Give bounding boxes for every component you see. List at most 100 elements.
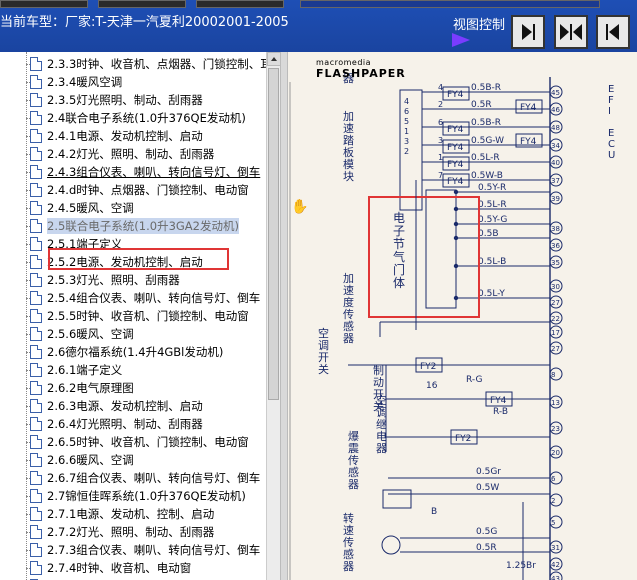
tree-item[interactable]: 2.6.5时钟、收音机、门锁控制、电动窗 xyxy=(26,433,249,451)
component-label: 器 xyxy=(348,478,359,491)
tree-item[interactable]: 2.6.3电源、发动机控制、启动 xyxy=(26,397,203,415)
fuse-label: FY2 xyxy=(455,434,471,444)
tree-item[interactable]: 2.5联合电子系统(1.0升3GA2发动机) xyxy=(26,217,239,235)
tree-item[interactable]: 2.6.1端子定义 xyxy=(26,361,122,379)
panel-splitter[interactable] xyxy=(280,52,288,580)
tree-item[interactable]: 2.6.4灯光照明、制动、刮雨器 xyxy=(26,415,203,433)
tree-item[interactable]: 2.6德尔福系统(1.4升4GBl发动机) xyxy=(26,343,223,361)
tree-item[interactable]: 2.5.6暖风、空调 xyxy=(26,325,134,343)
tree-item-label: 2.6.4灯光照明、制动、刮雨器 xyxy=(47,417,203,431)
tree-scrollbar[interactable] xyxy=(266,52,281,580)
fuse-label: FY4 xyxy=(490,396,507,406)
terminal-number: 42 xyxy=(551,561,560,569)
line-number: 6 xyxy=(438,118,443,127)
tree-item-label: 2.6.3电源、发动机控制、启动 xyxy=(47,399,203,413)
toolbar-tab-stub[interactable] xyxy=(0,0,88,8)
component-label: 器 xyxy=(343,560,354,573)
terminal-number: 35 xyxy=(551,259,560,267)
terminal-number: 27 xyxy=(551,345,560,353)
tree-item[interactable]: 2.6.6暖风、空调 xyxy=(26,451,134,469)
terminal-number: 45 xyxy=(551,89,560,97)
previous-page-button[interactable] xyxy=(596,15,630,49)
wire-label: 0.5W xyxy=(476,483,499,493)
play-arrow-icon[interactable] xyxy=(452,33,470,47)
terminal-number: 27 xyxy=(551,299,560,307)
document-icon xyxy=(30,111,42,125)
tree-item[interactable]: 2.7.4时钟、收音机、电动窗 xyxy=(26,559,191,577)
fit-page-button[interactable] xyxy=(554,15,588,49)
document-icon xyxy=(30,255,42,269)
tree-item-label: 2.4联合电子系统(1.0升376QE发动机) xyxy=(47,111,246,125)
wire-label: 0.5G-W xyxy=(471,136,504,146)
tree-item[interactable]: 2.5.4组合仪表、喇叭、转向信号灯、倒车 xyxy=(26,289,260,307)
wire-label: 0.5R xyxy=(476,543,497,553)
tree-item-label: 2.4.1电源、发动机控制、启动 xyxy=(47,129,203,143)
document-icon xyxy=(30,543,42,557)
fuse-label: FY4 xyxy=(447,143,464,153)
junction-dot xyxy=(453,189,459,195)
tree-item[interactable]: 2.5.5时钟、收音机、门锁控制、电动窗 xyxy=(26,307,249,325)
tree-item[interactable]: 2.4.2灯光、照明、制动、刮雨器 xyxy=(26,145,215,163)
tree-item[interactable]: 2.3.3时钟、收音机、点烟器、门锁控制、耳 xyxy=(26,55,266,73)
scroll-up-icon[interactable] xyxy=(267,52,281,66)
wire-label: 0.5L-R xyxy=(471,153,500,163)
tree-item-label: 2.4.2灯光、照明、制动、刮雨器 xyxy=(47,147,215,161)
tree-item[interactable]: 2.4.5暖风、空调 xyxy=(26,199,134,217)
tree-item[interactable]: 2.7.1电源、发动机、控制、启动 xyxy=(26,505,214,523)
wire-label: 0.5B xyxy=(478,229,499,239)
tree-item[interactable]: 2.3.4暖风空调 xyxy=(26,73,122,91)
tree-item[interactable]: 2.4.d时钟、点烟器、门锁控制、电动窗 xyxy=(26,181,249,199)
tree-item[interactable]: 2.4联合电子系统(1.0升376QE发动机) xyxy=(26,109,246,127)
tree-item[interactable]: 2.7.3组合仪表、喇叭、转向信号灯、倒车 xyxy=(26,541,260,559)
pin-number: 2 xyxy=(404,147,409,156)
document-icon xyxy=(30,435,42,449)
component-label: 度 xyxy=(343,295,354,309)
document-icon xyxy=(30,327,42,341)
document-viewer[interactable]: EFI E C U 45 46 48 34 40 37 39 38 36 35 30 27 22 17 27 8 13… xyxy=(288,52,637,580)
line-number: 3 xyxy=(438,136,443,145)
next-page-button[interactable] xyxy=(511,15,545,49)
tree-item[interactable]: 2.4.3组合仪表、喇叭、转向信号灯、倒车 xyxy=(26,163,260,181)
tree-item[interactable]: 2.4.1电源、发动机控制、启动 xyxy=(26,127,203,145)
wire-label: 0.5Y-R xyxy=(478,183,506,193)
component-label: 空 xyxy=(318,326,329,340)
fuse-label: FY4 xyxy=(447,160,464,170)
hand-cursor-icon: ✋ xyxy=(291,199,309,215)
tree-item[interactable]: 2.6.2电气原理图 xyxy=(26,379,134,397)
terminal-number: 37 xyxy=(551,177,560,185)
scroll-thumb[interactable] xyxy=(268,68,279,400)
terminal-number: 23 xyxy=(551,425,560,433)
tree-item-label: 2.7.2灯光、照明、制动、刮雨器 xyxy=(47,525,215,539)
component-label: 体 xyxy=(393,276,405,290)
toolbar-tab-stub[interactable] xyxy=(196,0,284,8)
document-icon xyxy=(30,489,42,503)
tree-item-label: 2.5联合电子系统(1.0升3GA2发动机) xyxy=(47,218,239,234)
tree-item[interactable]: 2.7.2灯光、照明、制动、刮雨器 xyxy=(26,523,215,541)
wire-label: R-B xyxy=(493,407,508,417)
component-label: 踏 xyxy=(343,133,354,147)
terminal-number: 38 xyxy=(551,225,560,233)
tree-item[interactable]: 2.7锦恒佳晖系统(1.0升376QE发动机) xyxy=(26,487,246,505)
terminal-number: 34 xyxy=(551,142,560,150)
component-label: 电 xyxy=(393,211,405,225)
fuse-label: FY4 xyxy=(520,137,537,147)
component-label: 子 xyxy=(393,224,405,238)
document-icon xyxy=(30,57,42,71)
line-number: 2 xyxy=(438,100,443,109)
fuse-label: FY4 xyxy=(520,103,537,113)
terminal-number: 5 xyxy=(551,519,555,527)
toolbar-tab-stub[interactable] xyxy=(98,0,186,8)
tree-item[interactable]: 2.3.5灯光照明、制动、刮雨器 xyxy=(26,91,203,109)
tree-item-label: 2.3.5灯光照明、制动、刮雨器 xyxy=(47,93,203,107)
component-label: 爆 xyxy=(348,429,359,443)
tree-item[interactable]: 2.5.3灯光、照明、刮雨器 xyxy=(26,271,180,289)
junction-dot xyxy=(453,295,459,301)
component-label: 板 xyxy=(343,145,354,159)
ecu-label: U xyxy=(608,150,615,161)
wiring-diagram: EFI ECU454648344037393836353027221727813… xyxy=(288,52,637,580)
component-label: 节 xyxy=(393,237,405,251)
tree-item[interactable]: 2.6.7组合仪表、喇叭、转向信号灯、倒车 xyxy=(26,469,260,487)
document-icon xyxy=(30,561,42,575)
pin-number: 3 xyxy=(404,137,409,146)
wire-label: R-G xyxy=(466,375,482,385)
